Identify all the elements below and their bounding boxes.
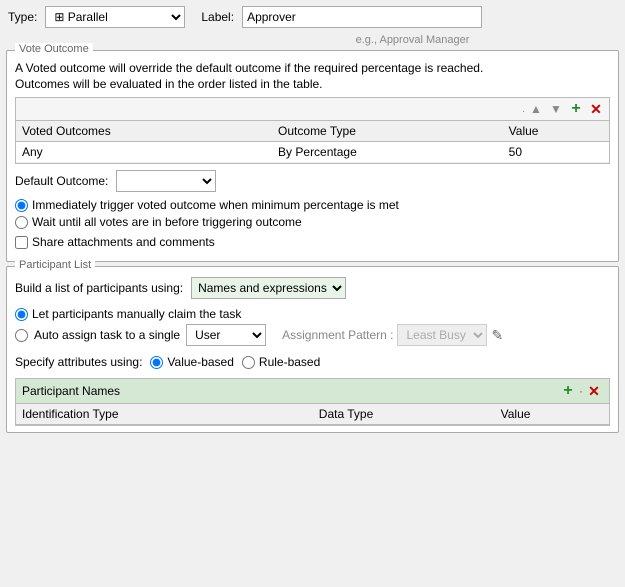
default-outcome-label: Default Outcome: [15, 174, 108, 188]
build-label: Build a list of participants using: [15, 281, 183, 295]
col-id-type: Identification Type [16, 404, 313, 425]
col-data-type: Data Type [313, 404, 495, 425]
participant-names-table-section: Participant Names + · ✕ Identification T… [15, 378, 610, 426]
label-input[interactable] [242, 6, 482, 28]
assignment-pattern-label: Assignment Pattern : [282, 328, 393, 342]
participant-table-header: Participant Names + · ✕ [16, 379, 609, 404]
voted-outcomes-table-container: . ▲ ▼ + ✕ Voted Outcomes Outcome Type Va… [15, 97, 610, 164]
radio-auto-assign[interactable] [15, 329, 28, 342]
auto-assign-row: Auto assign task to a single User Assign… [15, 324, 610, 346]
manual-claim-label: Let participants manually claim the task [32, 307, 241, 321]
specify-row: Specify attributes using: Value-based Ru… [15, 352, 610, 372]
rule-based-row: Rule-based [242, 355, 320, 369]
remove-participant-button[interactable]: ✕ [585, 382, 603, 400]
move-down-button[interactable]: ▼ [547, 100, 565, 118]
auto-assign-label: Auto assign task to a single [34, 328, 180, 342]
col-value: Value [503, 121, 609, 142]
specify-label: Specify attributes using: [15, 355, 142, 369]
assignment-pattern-group: Assignment Pattern : Least Busy ✎ [282, 324, 503, 346]
type-field-row: Type: ⊞ Parallel [8, 6, 185, 28]
share-attachments-checkbox[interactable] [15, 236, 28, 249]
type-label: Type: [8, 10, 37, 24]
radio-wait-label: Wait until all votes are in before trigg… [32, 215, 302, 229]
manual-claim-row: Let participants manually claim the task [15, 307, 610, 321]
vote-outcome-content: A Voted outcome will override the defaul… [15, 57, 610, 249]
value-based-label: Value-based [167, 355, 234, 369]
participant-table-title: Participant Names [22, 384, 120, 398]
vote-desc1: A Voted outcome will override the defaul… [15, 61, 610, 75]
dot-indicator: . [522, 104, 525, 115]
move-up-button[interactable]: ▲ [527, 100, 545, 118]
label-hint: e.g., Approval Manager [0, 34, 625, 46]
radio-wait-row: Wait until all votes are in before trigg… [15, 215, 610, 229]
value-cell: 50 [503, 142, 609, 163]
col-outcome-type: Outcome Type [272, 121, 503, 142]
voted-outcome-cell: Any [16, 142, 272, 163]
radio-immediate[interactable] [15, 199, 28, 212]
rule-based-label: Rule-based [259, 355, 320, 369]
value-based-row: Value-based [150, 355, 234, 369]
add-outcome-button[interactable]: + [567, 100, 585, 118]
build-row: Build a list of participants using: Name… [15, 277, 610, 299]
radio-value-based[interactable] [150, 356, 163, 369]
table-toolbar: . ▲ ▼ + ✕ [16, 98, 609, 121]
participant-names-table: Identification Type Data Type Value [16, 404, 609, 425]
separator: · [579, 384, 583, 398]
voted-outcomes-table: Voted Outcomes Outcome Type Value AnyBy … [16, 121, 609, 163]
outcome-type-cell: By Percentage [272, 142, 503, 163]
vote-desc2: Outcomes will be evaluated in the order … [15, 77, 610, 91]
col-voted-outcomes: Voted Outcomes [16, 121, 272, 142]
radio-immediate-label: Immediately trigger voted outcome when m… [32, 198, 399, 212]
add-participant-button[interactable]: + [559, 382, 577, 400]
edit-pattern-icon[interactable]: ✎ [491, 327, 503, 344]
auto-assign-type-select[interactable]: User [186, 324, 266, 346]
label-label: Label: [201, 10, 234, 24]
label-field-row: Label: [201, 6, 482, 28]
vote-outcome-title: Vote Outcome [15, 43, 93, 55]
vote-outcome-section: Vote Outcome A Voted outcome will overri… [6, 50, 619, 262]
radio-rule-based[interactable] [242, 356, 255, 369]
participant-list-title: Participant List [15, 259, 95, 271]
share-attachments-row: Share attachments and comments [15, 235, 610, 249]
radio-manual-claim[interactable] [15, 308, 28, 321]
participant-content: Build a list of participants using: Name… [7, 267, 618, 432]
top-bar: Type: ⊞ Parallel Label: [0, 0, 625, 34]
radio-immediate-row: Immediately trigger voted outcome when m… [15, 198, 610, 212]
participant-table-buttons: + · ✕ [559, 382, 603, 400]
build-select[interactable]: Names and expressions [191, 277, 346, 299]
col-value: Value [495, 404, 609, 425]
table-row: AnyBy Percentage50 [16, 142, 609, 163]
assignment-pattern-select[interactable]: Least Busy [397, 324, 487, 346]
default-outcome-select[interactable] [116, 170, 216, 192]
type-select[interactable]: ⊞ Parallel [45, 6, 185, 28]
default-outcome-row: Default Outcome: [15, 170, 610, 192]
participant-list-section: Participant List Build a list of partici… [6, 266, 619, 433]
radio-wait[interactable] [15, 216, 28, 229]
share-attachments-label: Share attachments and comments [32, 235, 215, 249]
remove-outcome-button[interactable]: ✕ [587, 100, 605, 118]
